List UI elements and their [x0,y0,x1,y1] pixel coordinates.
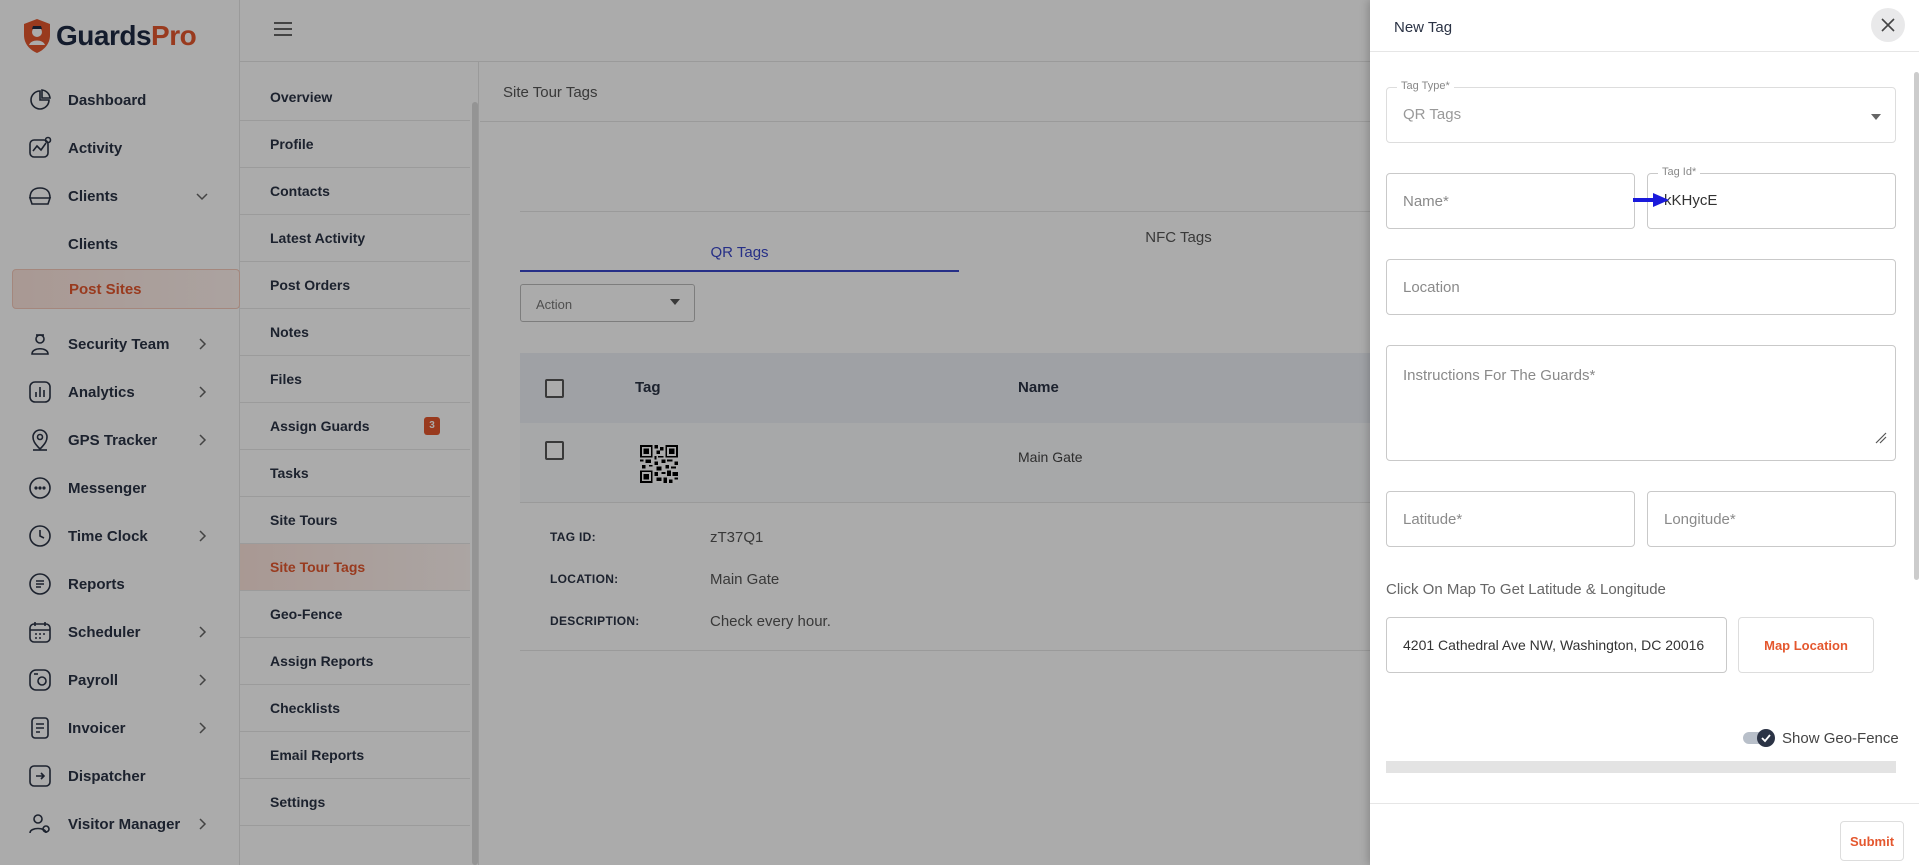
name-placeholder: Name* [1403,193,1449,210]
close-icon [1881,18,1895,32]
drawer-title: New Tag [1394,19,1453,36]
submit-button[interactable]: Submit [1840,821,1904,861]
caret-down-icon [1871,114,1881,120]
tag-id-field[interactable]: Tag Id* kKHycE [1647,166,1896,229]
new-tag-drawer: New Tag Tag Type* QR Tags Name* Tag Id* … [1370,0,1919,865]
location-field[interactable]: Location [1386,259,1896,315]
map-hint: Click On Map To Get Latitude & Longitude [1386,581,1666,598]
tag-type-value: QR Tags [1403,106,1462,123]
map-location-button[interactable]: Map Location [1738,617,1874,673]
geo-fence-label: Show Geo-Fence [1782,730,1899,747]
name-field[interactable]: Name* [1386,173,1635,229]
resize-handle-icon[interactable] [1875,432,1887,444]
instructions-textarea[interactable]: Instructions For The Guards* [1386,345,1896,461]
address-value: 4201 Cathedral Ave NW, Washington, DC 20… [1403,637,1705,653]
drawer-header: New Tag [1370,0,1919,52]
drawer-footer: Submit [1370,803,1919,865]
geo-fence-toggle[interactable] [1742,728,1776,748]
arrow-pointer-icon [1633,193,1669,207]
address-field[interactable]: 4201 Cathedral Ave NW, Washington, DC 20… [1386,617,1727,673]
latitude-field[interactable]: Latitude* [1386,491,1635,547]
location-placeholder: Location [1403,279,1460,296]
longitude-field[interactable]: Longitude* [1647,491,1896,547]
drawer-scrollbar[interactable] [1914,72,1919,580]
tag-type-label: Tag Type* [1397,80,1454,92]
tag-id-label: Tag Id* [1658,166,1701,178]
map-preview[interactable] [1386,761,1896,773]
instructions-placeholder: Instructions For The Guards* [1403,367,1596,384]
longitude-placeholder: Longitude* [1664,511,1736,528]
close-button[interactable] [1871,8,1905,42]
tag-type-select[interactable]: Tag Type* QR Tags [1386,80,1896,143]
latitude-placeholder: Latitude* [1403,511,1463,528]
